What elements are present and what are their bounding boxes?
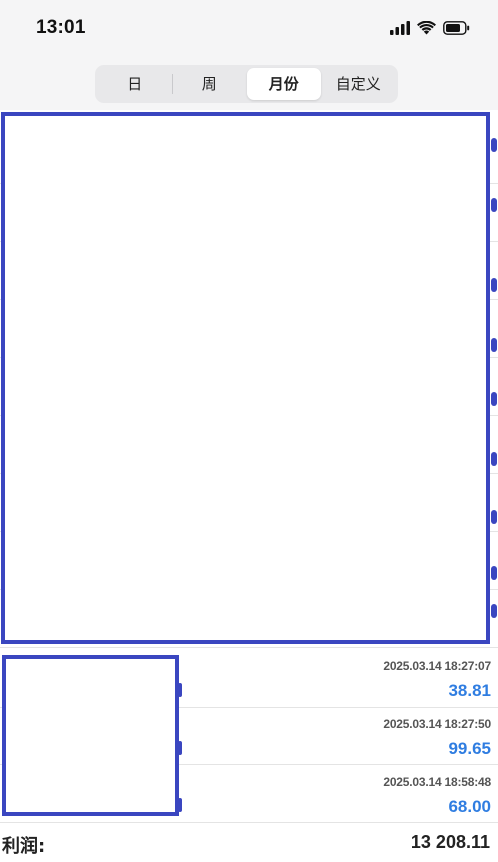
tab-custom[interactable]: 自定义 xyxy=(322,68,396,100)
transaction-timestamp: 2025.03.14 18:27:07 xyxy=(383,659,491,673)
redaction-edge-mark xyxy=(178,741,182,755)
tab-month[interactable]: 月份 xyxy=(247,68,321,100)
status-bar: 13:01 xyxy=(0,0,498,56)
profit-label: 利润: xyxy=(2,836,46,857)
status-time: 13:01 xyxy=(36,17,86,38)
cellular-signal-icon xyxy=(390,21,410,35)
redaction-edge-mark xyxy=(491,566,497,580)
profit-value: 13 208.11 xyxy=(410,832,490,852)
redaction-edge-mark xyxy=(491,604,497,618)
redaction-edge-mark xyxy=(178,683,182,697)
period-segmented-control: 日 周 月份 自定义 xyxy=(95,65,398,103)
tab-day[interactable]: 日 xyxy=(98,68,172,100)
redaction-edge-mark xyxy=(491,138,497,152)
redaction-edge-mark xyxy=(491,510,497,524)
redacted-region xyxy=(2,655,179,816)
transaction-timestamp: 2025.03.14 18:58:48 xyxy=(383,775,491,789)
list-divider xyxy=(0,647,498,648)
transaction-amount: 38.81 xyxy=(448,681,491,700)
redaction-edge-mark xyxy=(491,452,497,466)
redaction-edge-mark xyxy=(178,798,182,812)
redaction-edge-mark xyxy=(491,338,497,352)
redaction-edge-mark xyxy=(491,278,497,292)
battery-icon xyxy=(443,21,470,35)
redacted-region xyxy=(1,112,490,644)
transaction-amount: 99.65 xyxy=(448,739,491,758)
redaction-edge-mark xyxy=(491,198,497,212)
wifi-icon xyxy=(417,21,436,35)
redaction-edge-mark xyxy=(491,392,497,406)
transaction-timestamp: 2025.03.14 18:27:50 xyxy=(383,717,491,731)
tab-week[interactable]: 周 xyxy=(173,68,247,100)
transaction-amount: 68.00 xyxy=(448,797,491,816)
status-icons xyxy=(390,19,470,37)
